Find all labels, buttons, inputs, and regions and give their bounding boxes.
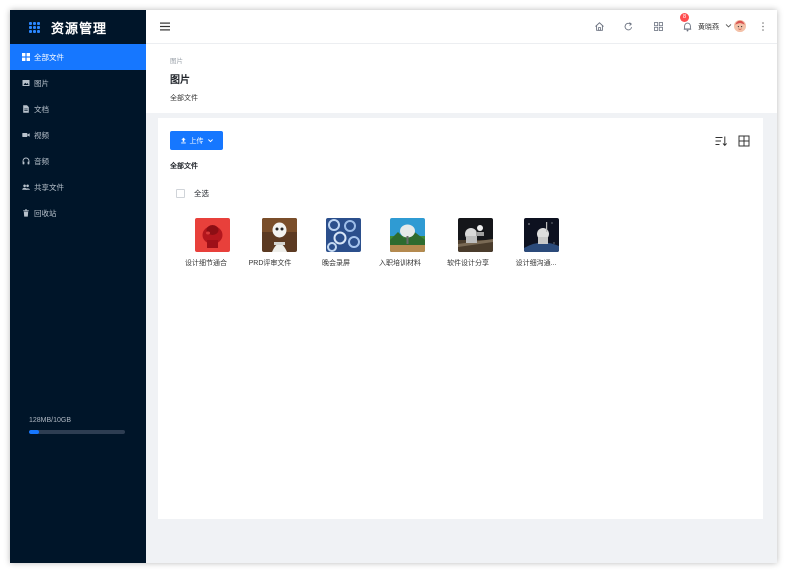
file-name: PRD评审文件 [248, 260, 292, 267]
sidebar-item-label: 文档 [34, 104, 49, 114]
sidebar-item-documents[interactable]: 文档 [10, 96, 146, 122]
file-name: 设计细节通合 [185, 260, 227, 267]
grid-view-icon[interactable] [738, 135, 750, 147]
sidebar-item-label: 图片 [34, 78, 49, 88]
sidebar-menu: 全部文件 图片 文档 视频 音频 共享文件 回收站 [10, 44, 146, 226]
sidebar-item-videos[interactable]: 视频 [10, 122, 146, 148]
upload-label: 上传 [189, 137, 204, 145]
file-thumbnail [458, 218, 493, 252]
select-all-label: 全选 [194, 189, 209, 198]
top-header: 8 黄晓燕 [146, 10, 777, 44]
sidebar-item-label: 音频 [34, 156, 49, 166]
upload-button[interactable]: 上传 [170, 131, 223, 150]
app-title: 资源管理 [51, 20, 108, 36]
sidebar-item-shared[interactable]: 共享文件 [10, 174, 146, 200]
sidebar-item-audio[interactable]: 音频 [10, 148, 146, 174]
sidebar-item-label: 视频 [34, 130, 49, 140]
users-icon [22, 183, 30, 191]
file-name: 软件设计分享 [447, 260, 489, 267]
page-subtitle: 全部文件 [170, 95, 198, 102]
file-thumbnail [195, 218, 230, 252]
file-thumbnail [390, 218, 425, 252]
sort-icon[interactable] [715, 135, 727, 147]
file-thumbnail [524, 218, 559, 252]
apps-icon[interactable] [653, 21, 664, 32]
sidebar-item-images[interactable]: 图片 [10, 70, 146, 96]
sidebar-item-label: 全部文件 [34, 52, 64, 62]
file-thumbnail [262, 218, 297, 252]
page-title: 图片 [170, 75, 190, 86]
logo: 资源管理 [10, 10, 146, 44]
breadcrumb[interactable]: 图片 [170, 55, 183, 65]
trash-icon [22, 209, 30, 217]
file-grid: 设计细节通合 PRD评审文件 晚会录屏 入职培训材料 软件设计分享 设计细沟通.… [170, 218, 760, 278]
logo-grid-icon [29, 21, 40, 33]
notification-badge: 8 [680, 13, 689, 22]
headphones-icon [22, 157, 30, 165]
refresh-icon[interactable] [623, 21, 634, 32]
file-name: 设计细沟通... [515, 260, 557, 267]
video-icon [22, 131, 30, 139]
chevron-down-icon [207, 139, 213, 143]
grid-icon [22, 53, 30, 61]
storage-text: 128MB/10GB [29, 417, 72, 424]
chevron-down-icon[interactable] [725, 22, 732, 29]
home-icon[interactable] [594, 21, 605, 32]
select-all[interactable]: 全选 [176, 188, 209, 199]
section-title: 全部文件 [170, 163, 198, 170]
select-all-checkbox[interactable] [176, 189, 185, 198]
sidebar-item-all-files[interactable]: 全部文件 [10, 44, 146, 70]
sidebar-item-label: 共享文件 [34, 182, 64, 192]
sidebar-item-label: 回收站 [34, 208, 57, 218]
sidebar-item-trash[interactable]: 回收站 [10, 200, 146, 226]
storage-progress-bar [29, 430, 125, 434]
app-window: 资源管理 全部文件 图片 文档 视频 音频 共享文件 回收站 128MB/10G… [10, 10, 777, 563]
image-icon [22, 79, 30, 87]
menu-toggle-icon[interactable] [160, 22, 170, 31]
file-browser-card: 上传 全部文件 全选 设计细节通合 PRD评审文件 晚会录屏 入职培训材料 软件… [158, 118, 763, 519]
username[interactable]: 黄晓燕 [698, 22, 719, 32]
more-vertical-icon[interactable] [759, 21, 767, 32]
storage-usage: 128MB/10GB [29, 417, 127, 434]
page-header: 图片 图片 全部文件 [146, 44, 777, 113]
file-thumbnail [326, 218, 361, 252]
upload-icon [180, 137, 186, 144]
file-name: 入职培训材料 [379, 260, 421, 267]
sidebar: 资源管理 全部文件 图片 文档 视频 音频 共享文件 回收站 128MB/10G… [10, 10, 146, 563]
bell-icon[interactable] [682, 21, 693, 32]
document-icon [22, 105, 30, 113]
file-name: 晚会录屏 [322, 260, 350, 267]
storage-progress-fill [29, 430, 39, 434]
avatar[interactable] [734, 20, 746, 32]
